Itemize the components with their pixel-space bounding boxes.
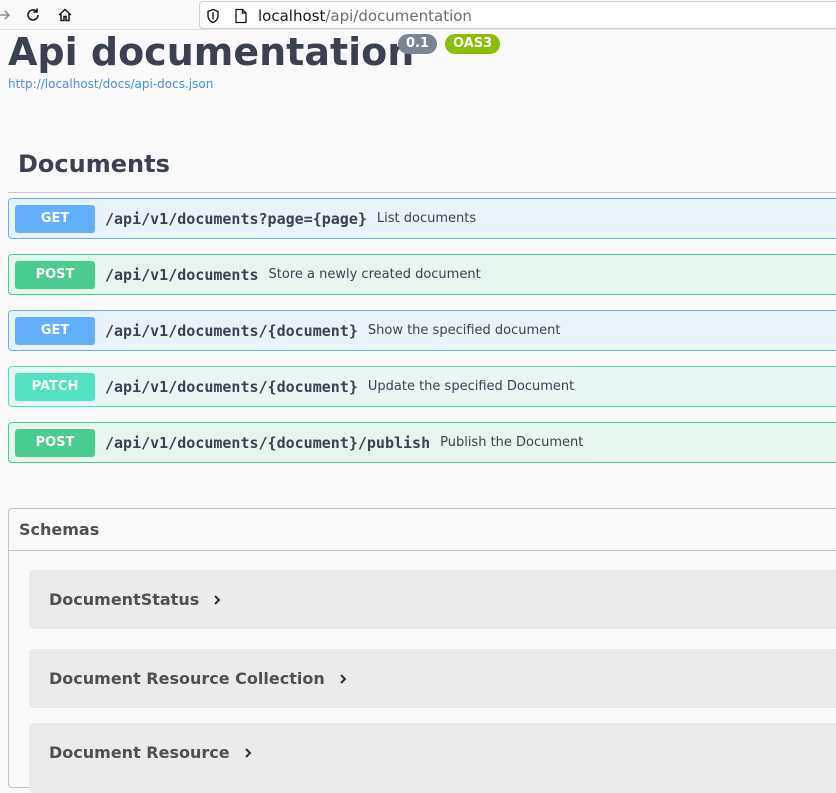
version-badge: 0.1 xyxy=(398,34,438,54)
operation-get-list-documents[interactable]: GET /api/v1/documents?page={page} List d… xyxy=(8,198,836,239)
oas-badge: OAS3 xyxy=(445,34,501,54)
browser-toolbar: localhost/api/documentation xyxy=(0,0,836,30)
model-name-wrap: Document Resource Collection xyxy=(49,669,347,689)
operation-summary: Update the specified Document xyxy=(367,379,575,394)
schemas-title: Schemas xyxy=(19,520,100,539)
operation-post-store-document[interactable]: POST /api/v1/documents Store a newly cre… xyxy=(8,254,836,295)
shield-icon[interactable] xyxy=(206,8,220,28)
operation-summary: Store a newly created document xyxy=(268,267,481,282)
operation-path: /api/v1/documents xyxy=(105,265,259,284)
operation-path: /api/v1/documents/{document}/publish xyxy=(105,433,431,452)
forward-icon[interactable] xyxy=(0,4,16,26)
operation-path: /api/v1/documents/{document} xyxy=(105,377,358,396)
url-text[interactable]: localhost/api/documentation xyxy=(258,7,472,25)
schemas-section: Schemas DocumentStatus Document Resource… xyxy=(8,508,836,793)
model-name-wrap: DocumentStatus xyxy=(49,590,221,610)
operation-summary: Show the specified document xyxy=(367,323,561,338)
operation-summary: List documents xyxy=(376,211,477,226)
model-name: Document Resource xyxy=(49,743,230,762)
method-badge: POST xyxy=(15,428,95,457)
chevron-right-icon[interactable] xyxy=(244,744,252,763)
spec-link[interactable]: http://localhost/docs/api-docs.json xyxy=(8,77,213,91)
model-document-status[interactable]: DocumentStatus xyxy=(29,570,836,629)
method-badge: GET xyxy=(15,204,95,233)
chevron-right-icon[interactable] xyxy=(339,670,347,689)
url-host: localhost xyxy=(258,7,326,25)
method-badge: POST xyxy=(15,260,95,289)
tag-divider xyxy=(8,192,836,193)
operation-summary: Publish the Document xyxy=(440,435,584,450)
operation-get-show-document[interactable]: GET /api/v1/documents/{document} Show th… xyxy=(8,310,836,351)
chevron-right-icon[interactable] xyxy=(213,591,221,610)
model-name-wrap: Document Resource xyxy=(49,743,252,763)
home-icon[interactable] xyxy=(54,4,76,26)
schemas-header[interactable]: Schemas xyxy=(9,509,836,551)
model-document-resource[interactable]: Document Resource xyxy=(29,723,836,793)
operation-path: /api/v1/documents/{document} xyxy=(105,321,358,340)
tag-title[interactable]: Documents xyxy=(18,150,170,178)
method-badge: PATCH xyxy=(15,372,95,401)
reload-icon[interactable] xyxy=(22,4,44,26)
model-name: Document Resource Collection xyxy=(49,669,325,688)
operation-patch-update-document[interactable]: PATCH /api/v1/documents/{document} Updat… xyxy=(8,366,836,407)
url-path: /api/documentation xyxy=(325,7,472,25)
method-badge: GET xyxy=(15,316,95,345)
operation-post-publish-document[interactable]: POST /api/v1/documents/{document}/publis… xyxy=(8,422,836,463)
address-bar[interactable]: localhost/api/documentation xyxy=(199,1,836,29)
operation-path: /api/v1/documents?page={page} xyxy=(105,209,367,228)
model-document-resource-collection[interactable]: Document Resource Collection xyxy=(29,649,836,708)
page-title: Api documentation xyxy=(8,30,415,74)
page-icon xyxy=(234,8,248,28)
model-name: DocumentStatus xyxy=(49,590,200,609)
